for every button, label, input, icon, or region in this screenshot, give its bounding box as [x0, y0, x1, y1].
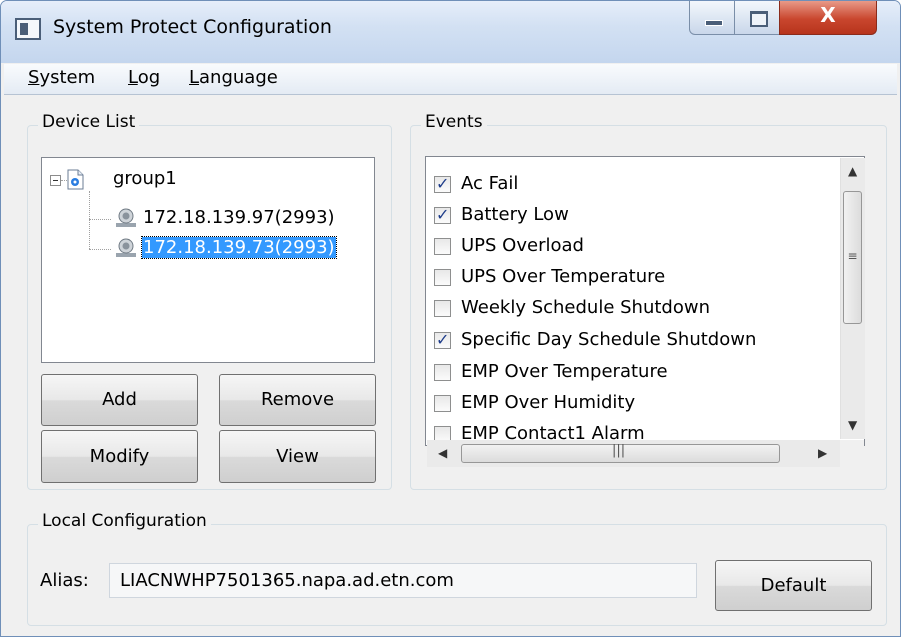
vertical-scroll-thumb[interactable]: ≡	[843, 191, 862, 324]
events-list[interactable]: Ac Fail Battery Low UPS Overload UPS Ove…	[425, 156, 865, 446]
local-configuration-title: Local Configuration	[38, 511, 211, 531]
grip-icon: ≡	[847, 249, 858, 263]
close-icon: X	[820, 3, 836, 27]
app-window: System Protect Configuration X System Lo…	[0, 0, 901, 637]
device-list-title: Device List	[38, 112, 140, 132]
view-button[interactable]: View	[219, 430, 376, 483]
default-button[interactable]: Default	[715, 560, 872, 611]
scroll-down-arrow-icon[interactable]: ▼	[848, 418, 857, 432]
window-title: System Protect Configuration	[53, 16, 332, 38]
device-tree[interactable]: group1 172.18.139.97(2993) 172.18.139.73…	[41, 157, 375, 363]
tree-expander[interactable]	[50, 175, 61, 186]
horizontal-scroll-thumb[interactable]: |||	[461, 443, 780, 463]
event-checkbox[interactable]	[434, 330, 451, 349]
events-vertical-scrollbar[interactable]: ▲ ≡ ▼	[840, 158, 865, 439]
window-app-icon[interactable]	[15, 18, 41, 40]
add-button[interactable]: Add	[41, 374, 198, 426]
event-checkbox[interactable]	[434, 238, 451, 255]
alias-field[interactable]: LIACNWHP7501365.napa.ad.etn.com	[109, 563, 697, 598]
close-button[interactable]: X	[779, 1, 877, 35]
tree-device-item[interactable]: 172.18.139.97(2993)	[143, 207, 335, 228]
modify-button[interactable]: Modify	[41, 430, 198, 483]
event-checkbox[interactable]	[434, 174, 451, 193]
ups-device-icon	[116, 238, 136, 257]
menu-language[interactable]: Language	[189, 67, 278, 88]
alias-value: LIACNWHP7501365.napa.ad.etn.com	[120, 570, 454, 591]
scroll-left-arrow-icon[interactable]: ◀	[438, 446, 447, 460]
maximize-icon	[750, 11, 768, 27]
group-config-icon	[67, 169, 84, 190]
ups-device-icon	[116, 208, 136, 227]
menu-bar: System Log Language	[4, 64, 897, 95]
menu-system[interactable]: System	[28, 67, 95, 88]
menu-log[interactable]: Log	[128, 67, 160, 88]
minimize-button[interactable]	[689, 1, 735, 35]
scroll-up-arrow-icon[interactable]: ▲	[848, 164, 857, 178]
event-checkbox[interactable]	[434, 300, 451, 317]
event-checkbox[interactable]	[434, 395, 451, 412]
event-checkbox[interactable]	[434, 364, 451, 381]
minimize-icon	[705, 20, 723, 26]
event-checkbox[interactable]	[434, 269, 451, 286]
tree-device-item-selected[interactable]: 172.18.139.73(2993)	[141, 236, 337, 259]
tree-group-label[interactable]: group1	[113, 168, 177, 189]
alias-label: Alias:	[40, 570, 89, 591]
events-horizontal-scrollbar[interactable]: ◀ ||| ▶	[427, 440, 840, 467]
grip-icon: |||	[612, 443, 626, 458]
maximize-button[interactable]	[734, 1, 780, 35]
title-bar[interactable]: System Protect Configuration X	[1, 1, 900, 63]
events-title: Events	[421, 112, 487, 132]
scroll-right-arrow-icon[interactable]: ▶	[818, 446, 827, 460]
event-checkbox[interactable]	[434, 205, 451, 224]
scrollbar-corner	[840, 440, 864, 467]
remove-button[interactable]: Remove	[219, 374, 376, 426]
